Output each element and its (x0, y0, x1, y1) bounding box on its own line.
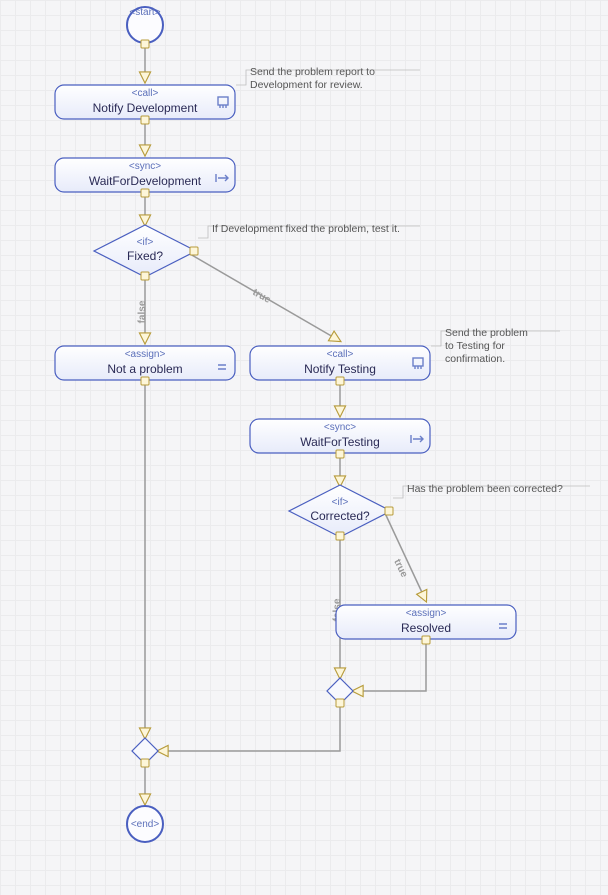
node-start[interactable]: <start> (127, 7, 163, 48)
note-text: Send the problem to Testing for confirma… (445, 327, 531, 365)
node-end[interactable]: <end> (127, 806, 163, 842)
note-text: If Development fixed the problem, test i… (212, 223, 400, 235)
node-fixed-decision[interactable]: <if> Fixed? If Development fixed the pro… (94, 223, 420, 280)
node-label: Not a problem (107, 362, 182, 376)
node-stereo: <call> (327, 349, 354, 360)
node-label: WaitForDevelopment (89, 174, 202, 188)
node-label: WaitForTesting (300, 435, 380, 449)
node-notify-testing[interactable]: <call> Notify Testing Send the problem t… (250, 327, 560, 385)
node-label: Notify Development (93, 101, 198, 115)
node-stereo: <sync> (324, 422, 356, 433)
node-stereo: <assign> (125, 349, 166, 360)
node-label: Corrected? (310, 509, 370, 523)
node-stereo: <if> (332, 497, 349, 508)
node-wait-for-development[interactable]: <sync> WaitForDevelopment (55, 158, 235, 197)
node-resolved[interactable]: <assign> Resolved (336, 605, 516, 644)
flow-diagram: false true true false <start> <call> Not… (0, 0, 608, 895)
node-merge-2[interactable] (132, 738, 158, 767)
note-text: Has the problem been corrected? (407, 483, 563, 495)
node-stereo: <end> (131, 819, 160, 830)
edge-label-true: true (251, 287, 273, 306)
edge-label-false: false (137, 300, 148, 323)
node-stereo: <call> (132, 88, 159, 99)
note-text: Send the problem report to Development f… (250, 66, 378, 91)
node-not-a-problem[interactable]: <assign> Not a problem (55, 346, 235, 385)
node-notify-development[interactable]: <call> Notify Development Send the probl… (55, 66, 420, 124)
node-merge-1[interactable] (327, 678, 353, 707)
node-stereo: <start> (129, 7, 160, 18)
node-label: Resolved (401, 621, 451, 635)
node-stereo: <assign> (406, 608, 447, 619)
node-wait-for-testing[interactable]: <sync> WaitForTesting (250, 419, 430, 458)
node-corrected-decision[interactable]: <if> Corrected? Has the problem been cor… (289, 483, 590, 540)
node-label: Notify Testing (304, 362, 376, 376)
node-label: Fixed? (127, 249, 163, 263)
node-stereo: <sync> (129, 161, 161, 172)
node-stereo: <if> (137, 237, 154, 248)
